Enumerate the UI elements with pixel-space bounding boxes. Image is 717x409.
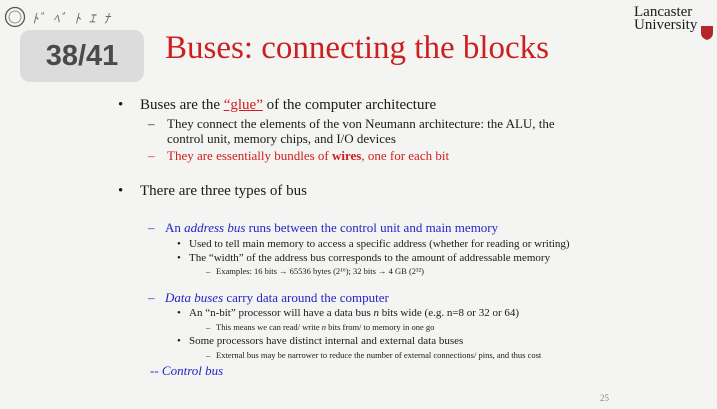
text: of the computer architecture: [262, 97, 437, 113]
sub-bundles-of-wires: They are essentially bundles of wires, o…: [167, 148, 449, 164]
university-seal-icon: [4, 6, 26, 28]
calligraphy-logo-icon: ﾄﾞ ﾍﾞ ﾄ ｴ ﾅ: [32, 12, 113, 27]
address-bus-term: address bus: [184, 220, 246, 235]
sub-von-neumann-line2: control unit, memory chips, and I/O devi…: [167, 131, 396, 146]
page-number: 25: [600, 393, 609, 403]
text: , one for each bit: [361, 148, 450, 163]
dash-marker: –: [148, 148, 155, 163]
dash-marker: –: [148, 220, 155, 235]
text: bits wide (e.g. n=8 or 32 or 64): [379, 307, 520, 319]
control-bus-heading: -- Control bus: [150, 363, 224, 378]
wires-term: wires: [331, 148, 362, 163]
bullet-marker: •: [118, 183, 124, 199]
slide: ﾄﾞ ﾍﾞ ﾄ ｴ ﾅ 38/41 Buses: connecting the …: [0, 0, 717, 409]
data-bus-point-2: Some processors have distinct internal a…: [189, 335, 464, 347]
text: bits from/ to memory in one go: [326, 322, 435, 332]
dash-marker: –: [206, 322, 211, 332]
dash-marker: –: [206, 266, 211, 276]
bullet-buses-glue: Buses are the “glue” of the computer arc…: [140, 97, 436, 114]
sub-von-neumann-line1: They connect the elements of the von Neu…: [167, 116, 555, 131]
university-logo-left: ﾄﾞ ﾍﾞ ﾄ ｴ ﾅ: [4, 6, 139, 32]
text: carry data around the computer: [223, 290, 389, 305]
bullet-marker: •: [177, 307, 181, 319]
text: An: [165, 220, 185, 235]
data-bus-point-1: An “n-bit” processor will have a data bu…: [189, 307, 519, 319]
address-bus-point-2: The “width” of the address bus correspon…: [189, 252, 551, 264]
slide-title: Buses: connecting the blocks: [165, 30, 550, 66]
text: runs between the control unit and main m…: [245, 220, 499, 235]
glue-term: “glue”: [223, 97, 263, 113]
bullet-marker: •: [177, 335, 181, 347]
data-bus-point-2-sub: External bus may be narrower to reduce t…: [216, 350, 542, 360]
text: This means we can read/ write: [216, 322, 322, 332]
bullet-marker: •: [177, 238, 181, 250]
bullet-marker: •: [177, 252, 181, 264]
data-bus-point-1-sub: This means we can read/ write n bits fro…: [216, 322, 434, 332]
dash-marker: –: [148, 116, 155, 131]
lancaster-crest-icon: [701, 26, 713, 40]
data-bus-heading: Data buses carry data around the compute…: [165, 290, 389, 306]
bullet-three-types: There are three types of bus: [140, 183, 308, 199]
address-bus-point-1: Used to tell main memory to access a spe…: [189, 238, 570, 250]
dash-marker: –: [206, 350, 211, 360]
bullet-marker: •: [118, 97, 124, 113]
address-bus-heading: An address bus runs between the control …: [165, 220, 498, 236]
dash-marker: –: [148, 290, 155, 305]
text: Buses are the: [140, 97, 224, 113]
data-buses-term: Data buses: [165, 290, 224, 305]
text: They are essentially bundles of: [167, 148, 332, 163]
text: An “n-bit” processor will have a data bu…: [189, 307, 374, 319]
page-counter: 38/41: [20, 30, 144, 82]
address-bus-examples: Examples: 16 bits → 65536 bytes (2¹⁶); 3…: [216, 266, 424, 276]
